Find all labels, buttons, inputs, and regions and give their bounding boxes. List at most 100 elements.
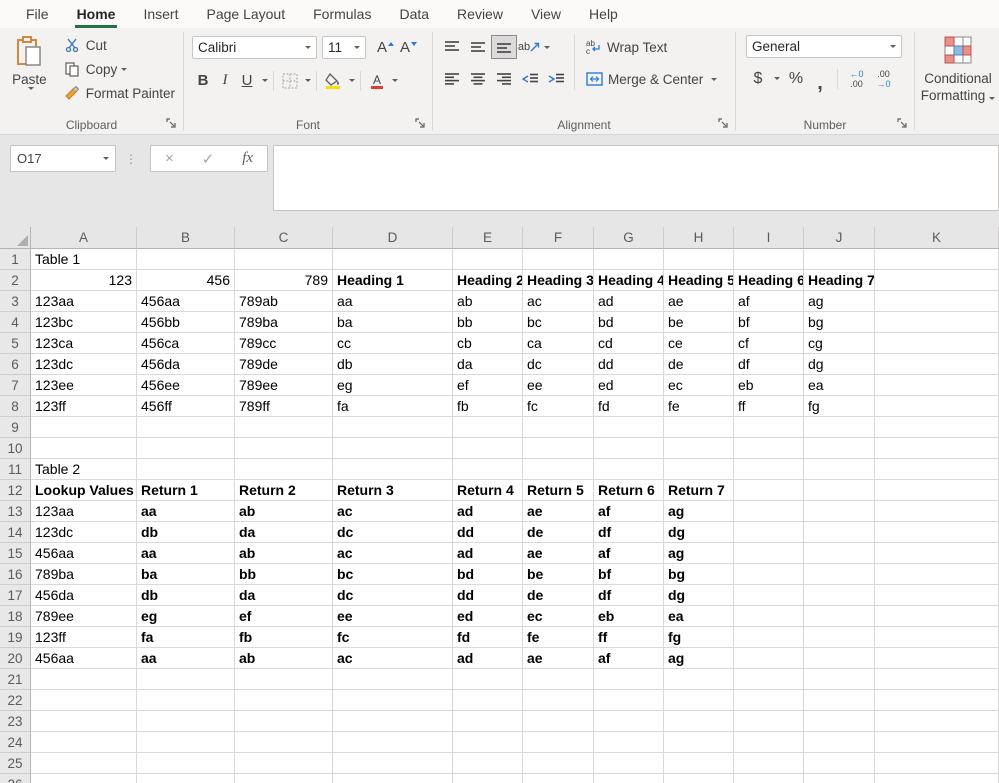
cell-I12[interactable] (734, 480, 804, 501)
cell-A2[interactable]: 123 (31, 270, 137, 291)
cell-K24[interactable] (875, 732, 999, 753)
cell-H17[interactable]: dg (664, 585, 734, 606)
cell-B5[interactable]: 456ca (137, 333, 235, 354)
cell-D10[interactable] (333, 438, 453, 459)
row-header-15[interactable]: 15 (0, 543, 31, 564)
cell-K19[interactable] (875, 627, 999, 648)
italic-button[interactable]: I (214, 69, 236, 93)
tab-data[interactable]: Data (385, 0, 443, 28)
cell-H18[interactable]: ea (664, 606, 734, 627)
cell-I13[interactable] (734, 501, 804, 522)
cell-D13[interactable]: ac (333, 501, 453, 522)
column-header-D[interactable]: D (333, 227, 453, 249)
cell-J25[interactable] (804, 753, 875, 774)
cell-G18[interactable]: eb (594, 606, 664, 627)
cell-F22[interactable] (523, 690, 594, 711)
cell-D18[interactable]: ee (333, 606, 453, 627)
increase-font-size-button[interactable]: A (374, 36, 397, 60)
cell-D26[interactable] (333, 774, 453, 783)
cell-G14[interactable]: df (594, 522, 664, 543)
cell-J21[interactable] (804, 669, 875, 690)
cell-D4[interactable]: ba (333, 312, 453, 333)
cell-A13[interactable]: 123aa (31, 501, 137, 522)
cell-F15[interactable]: ae (523, 543, 594, 564)
cell-F9[interactable] (523, 417, 594, 438)
cell-F4[interactable]: bc (523, 312, 594, 333)
cell-K15[interactable] (875, 543, 999, 564)
cell-B22[interactable] (137, 690, 235, 711)
cell-E16[interactable]: bd (453, 564, 523, 585)
row-header-7[interactable]: 7 (0, 375, 31, 396)
cell-J5[interactable]: cg (804, 333, 875, 354)
cell-D7[interactable]: eg (333, 375, 453, 396)
column-header-I[interactable]: I (734, 227, 804, 249)
wrap-text-button[interactable]: ab c Wrap Text (586, 34, 717, 60)
cell-F20[interactable]: ae (523, 648, 594, 669)
cell-F25[interactable] (523, 753, 594, 774)
cell-C13[interactable]: ab (235, 501, 333, 522)
cell-F12[interactable]: Return 5 (523, 480, 594, 501)
cell-K14[interactable] (875, 522, 999, 543)
font-size-combobox[interactable]: 11 (322, 36, 366, 59)
cell-J22[interactable] (804, 690, 875, 711)
cell-E1[interactable] (453, 249, 523, 270)
cell-A22[interactable] (31, 690, 137, 711)
cell-F17[interactable]: de (523, 585, 594, 606)
cell-D1[interactable] (333, 249, 453, 270)
cell-H16[interactable]: bg (664, 564, 734, 585)
cell-D19[interactable]: fc (333, 627, 453, 648)
align-left-button[interactable] (439, 67, 465, 91)
cell-E6[interactable]: da (453, 354, 523, 375)
top-align-button[interactable] (439, 35, 465, 59)
cell-E23[interactable] (453, 711, 523, 732)
paste-button[interactable]: Paste (8, 33, 51, 105)
cell-K23[interactable] (875, 711, 999, 732)
font-color-dropdown-icon[interactable] (392, 79, 398, 82)
cell-C4[interactable]: 789ba (235, 312, 333, 333)
cell-C24[interactable] (235, 732, 333, 753)
tab-insert[interactable]: Insert (129, 0, 192, 28)
cell-D9[interactable] (333, 417, 453, 438)
cell-K1[interactable] (875, 249, 999, 270)
cell-B7[interactable]: 456ee (137, 375, 235, 396)
cut-button[interactable]: Cut (59, 33, 179, 57)
cell-K16[interactable] (875, 564, 999, 585)
row-header-23[interactable]: 23 (0, 711, 31, 732)
cell-J12[interactable] (804, 480, 875, 501)
cell-I9[interactable] (734, 417, 804, 438)
cell-A26[interactable] (31, 774, 137, 783)
cell-K20[interactable] (875, 648, 999, 669)
cell-F6[interactable]: dc (523, 354, 594, 375)
cell-F24[interactable] (523, 732, 594, 753)
cell-D20[interactable]: ac (333, 648, 453, 669)
cell-H19[interactable]: fg (664, 627, 734, 648)
cell-F21[interactable] (523, 669, 594, 690)
row-header-13[interactable]: 13 (0, 501, 31, 522)
cell-A16[interactable]: 789ba (31, 564, 137, 585)
formula-input[interactable] (273, 145, 999, 211)
select-all-button[interactable] (0, 227, 31, 249)
row-header-24[interactable]: 24 (0, 732, 31, 753)
cell-I16[interactable] (734, 564, 804, 585)
cell-I14[interactable] (734, 522, 804, 543)
alignment-dialog-launcher-icon[interactable] (718, 118, 730, 130)
cell-H25[interactable] (664, 753, 734, 774)
cell-J8[interactable]: fg (804, 396, 875, 417)
cell-B19[interactable]: fa (137, 627, 235, 648)
cell-H5[interactable]: ce (664, 333, 734, 354)
cell-C25[interactable] (235, 753, 333, 774)
cell-J10[interactable] (804, 438, 875, 459)
column-header-G[interactable]: G (594, 227, 664, 249)
cell-H23[interactable] (664, 711, 734, 732)
cell-I1[interactable] (734, 249, 804, 270)
cell-F3[interactable]: ac (523, 291, 594, 312)
cell-J16[interactable] (804, 564, 875, 585)
row-header-9[interactable]: 9 (0, 417, 31, 438)
cell-E22[interactable] (453, 690, 523, 711)
cell-B6[interactable]: 456da (137, 354, 235, 375)
cell-E10[interactable] (453, 438, 523, 459)
cell-B25[interactable] (137, 753, 235, 774)
row-header-19[interactable]: 19 (0, 627, 31, 648)
row-header-6[interactable]: 6 (0, 354, 31, 375)
row-header-16[interactable]: 16 (0, 564, 31, 585)
